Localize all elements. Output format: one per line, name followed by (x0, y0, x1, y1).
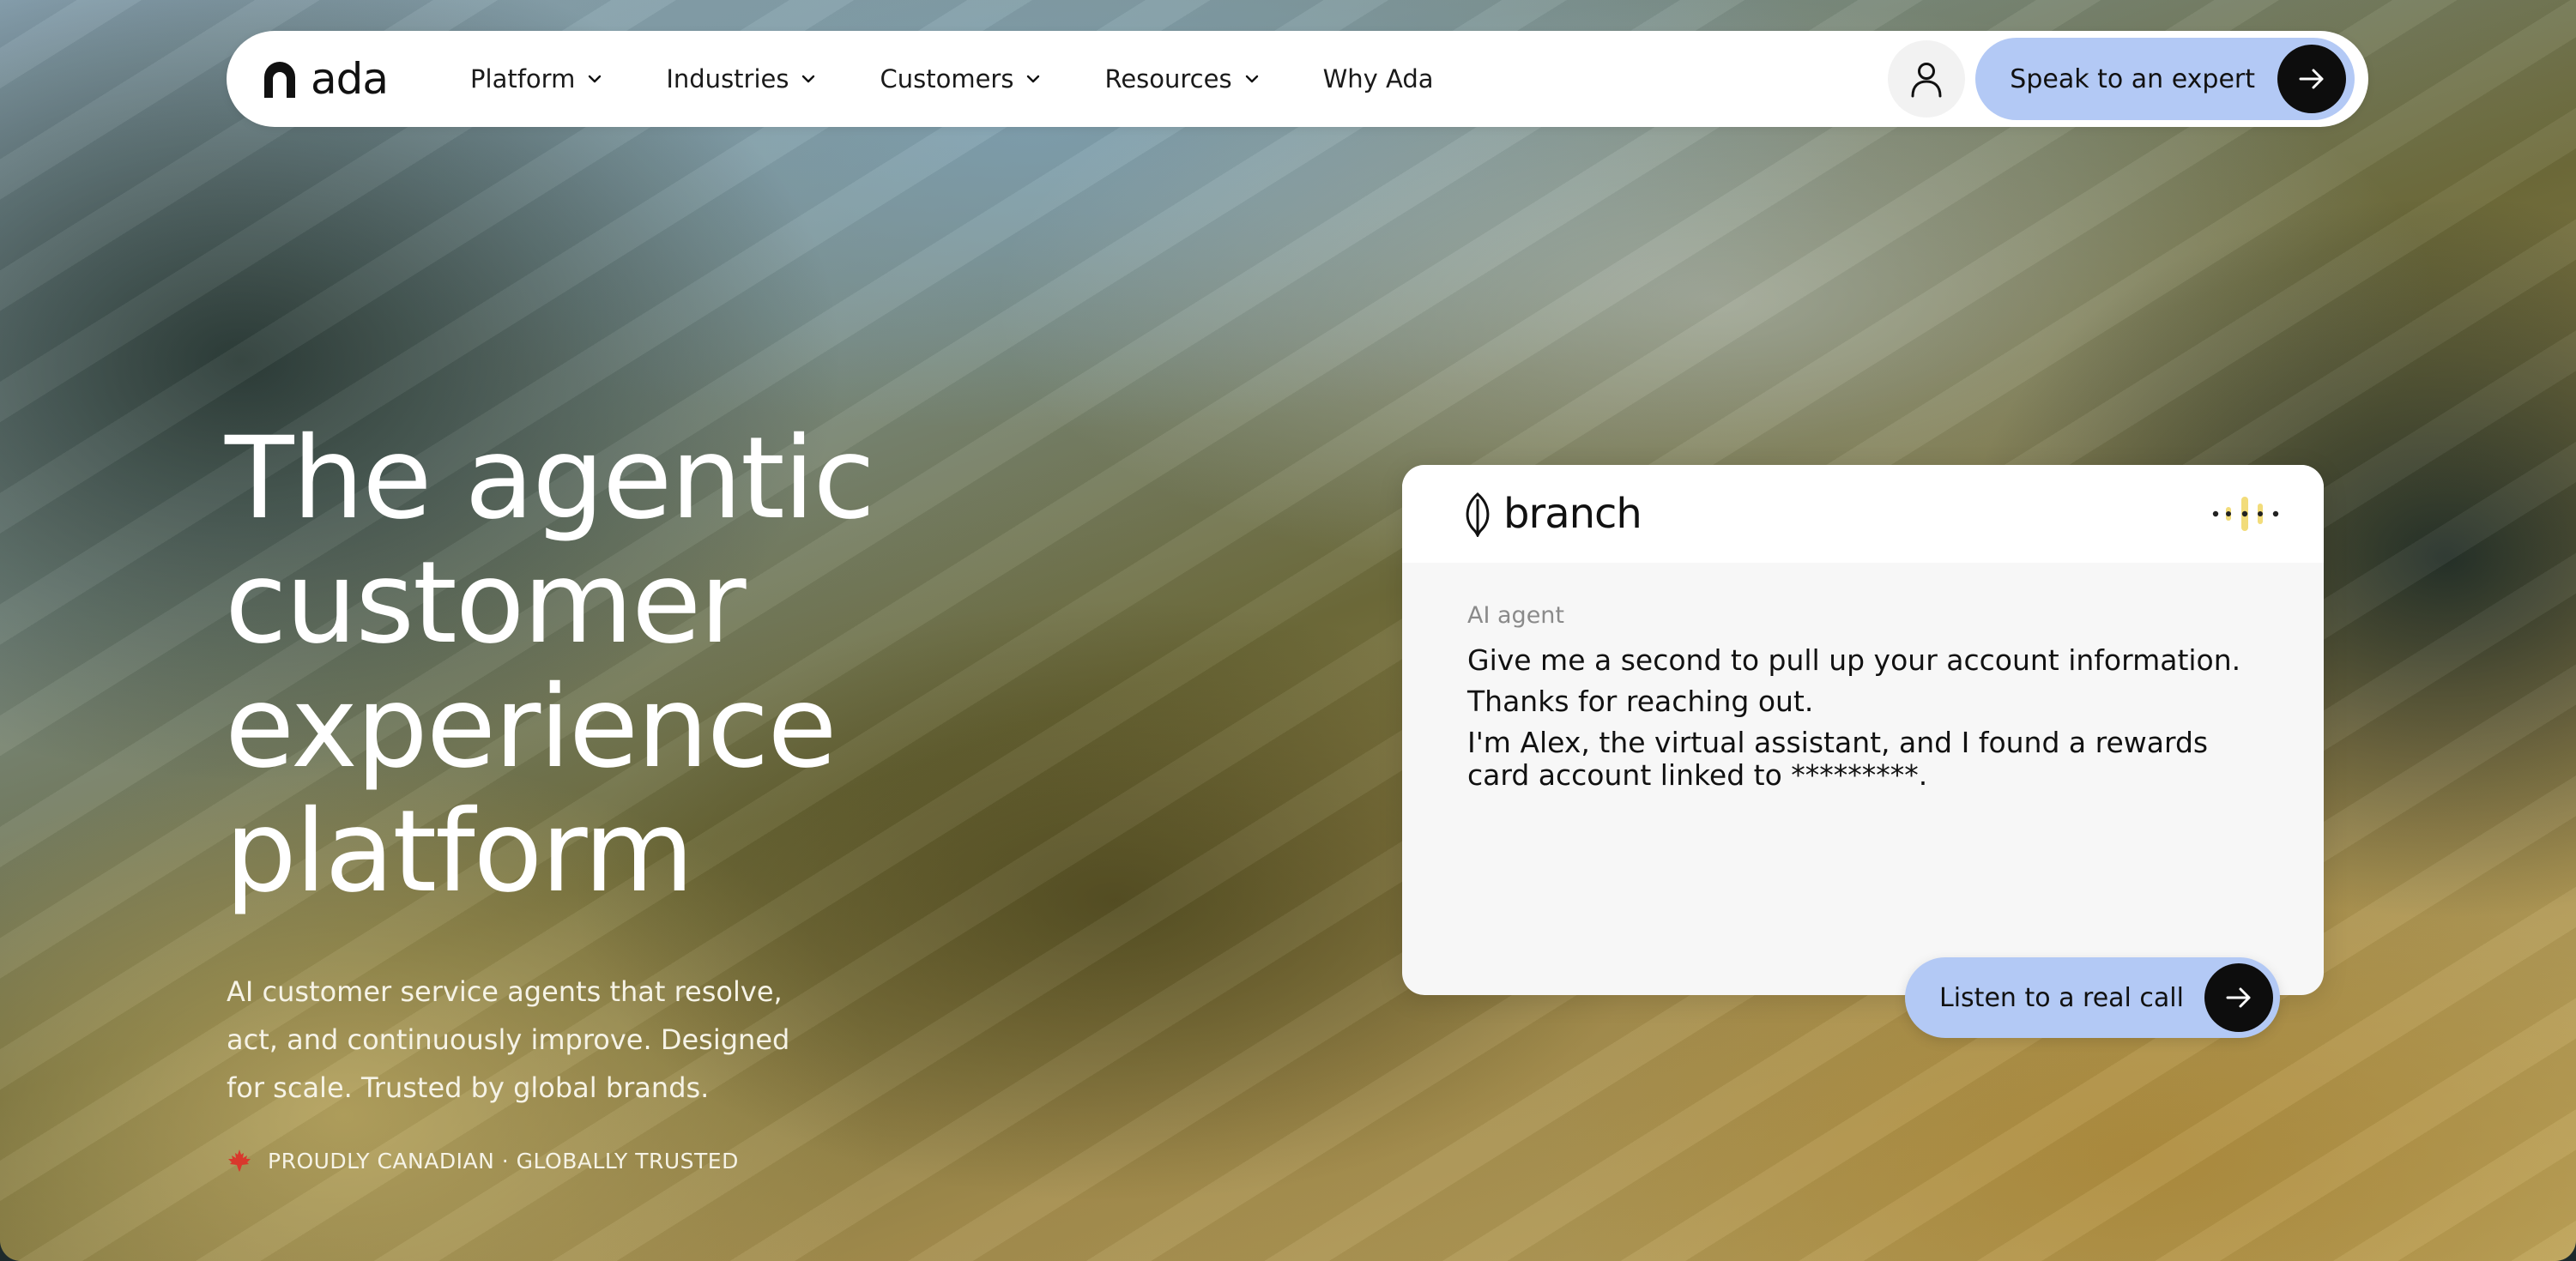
hero-subtext: AI customer service agents that resolve,… (227, 975, 790, 1104)
cta-label: Speak to an expert (2010, 63, 2255, 94)
canadian-badge: PROUDLY CANADIAN · GLOBALLY TRUSTED (227, 1148, 739, 1174)
arrow-button (2277, 45, 2346, 113)
user-icon (1911, 63, 1942, 98)
brand-name: branch (1503, 490, 1642, 538)
menu-item-label: Resources (1104, 64, 1232, 94)
chevron-down-icon (589, 75, 602, 83)
headline-line: The agentic (225, 413, 875, 545)
ada-logo[interactable]: ada (261, 54, 389, 104)
chevron-down-icon (1027, 75, 1040, 83)
chat-message: I'm Alex, the virtual assistant, and I f… (1467, 726, 2209, 792)
chat-demo-card: branch AI agent Give me a second to pull… (1402, 465, 2324, 995)
menu-item-why-ada[interactable]: Why Ada (1323, 64, 1434, 94)
card-header: branch (1402, 465, 2324, 563)
logo-text: ada (311, 54, 389, 104)
menu-item-resources[interactable]: Resources (1104, 64, 1259, 94)
menu-item-label: Why Ada (1322, 64, 1434, 94)
chevron-down-icon (1245, 75, 1258, 83)
menu-item-label: Industries (666, 64, 789, 94)
menu-item-industries[interactable]: Industries (666, 64, 816, 94)
arrow-right-icon (2299, 69, 2324, 89)
menu-item-customers[interactable]: Customers (880, 64, 1041, 94)
branch-leaf-icon (1466, 492, 1490, 537)
headline-line: customer (225, 537, 747, 669)
badge-text: PROUDLY CANADIAN · GLOBALLY TRUSTED (268, 1148, 739, 1174)
speak-to-expert-button[interactable]: Speak to an expert (1975, 38, 2355, 120)
chat-message: Give me a second to pull up your account… (1467, 643, 2241, 677)
arrow-right-icon (2226, 987, 2251, 1008)
maple-leaf-icon (228, 1149, 251, 1172)
chevron-down-icon (802, 75, 815, 83)
nav-actions: Speak to an expert (1888, 38, 2355, 120)
account-button[interactable] (1888, 40, 1966, 118)
headline-line: platform (225, 786, 694, 918)
chat-message: Thanks for reaching out. (1467, 685, 1814, 718)
hero-headline: The agentic customer experience platform (225, 417, 1340, 914)
main-menu: Platform Industries Customers Resources … (470, 64, 1497, 94)
branch-logo: branch (1460, 490, 1642, 538)
menu-item-label: Platform (470, 64, 576, 94)
headline-line: experience (225, 661, 838, 793)
arrow-button (2204, 963, 2273, 1032)
voice-wave-icon (2212, 497, 2279, 531)
menu-item-platform[interactable]: Platform (470, 64, 602, 94)
listen-label: Listen to a real call (1939, 982, 2184, 1013)
sender-label: AI agent (1467, 602, 1565, 629)
top-navigation: ada Platform Industries Customers Resour… (227, 31, 2368, 127)
menu-item-label: Customers (880, 64, 1014, 94)
card-body: AI agent Give me a second to pull up you… (1402, 563, 2324, 792)
listen-real-call-button[interactable]: Listen to a real call (1905, 957, 2280, 1038)
ada-logo-icon (264, 62, 295, 98)
